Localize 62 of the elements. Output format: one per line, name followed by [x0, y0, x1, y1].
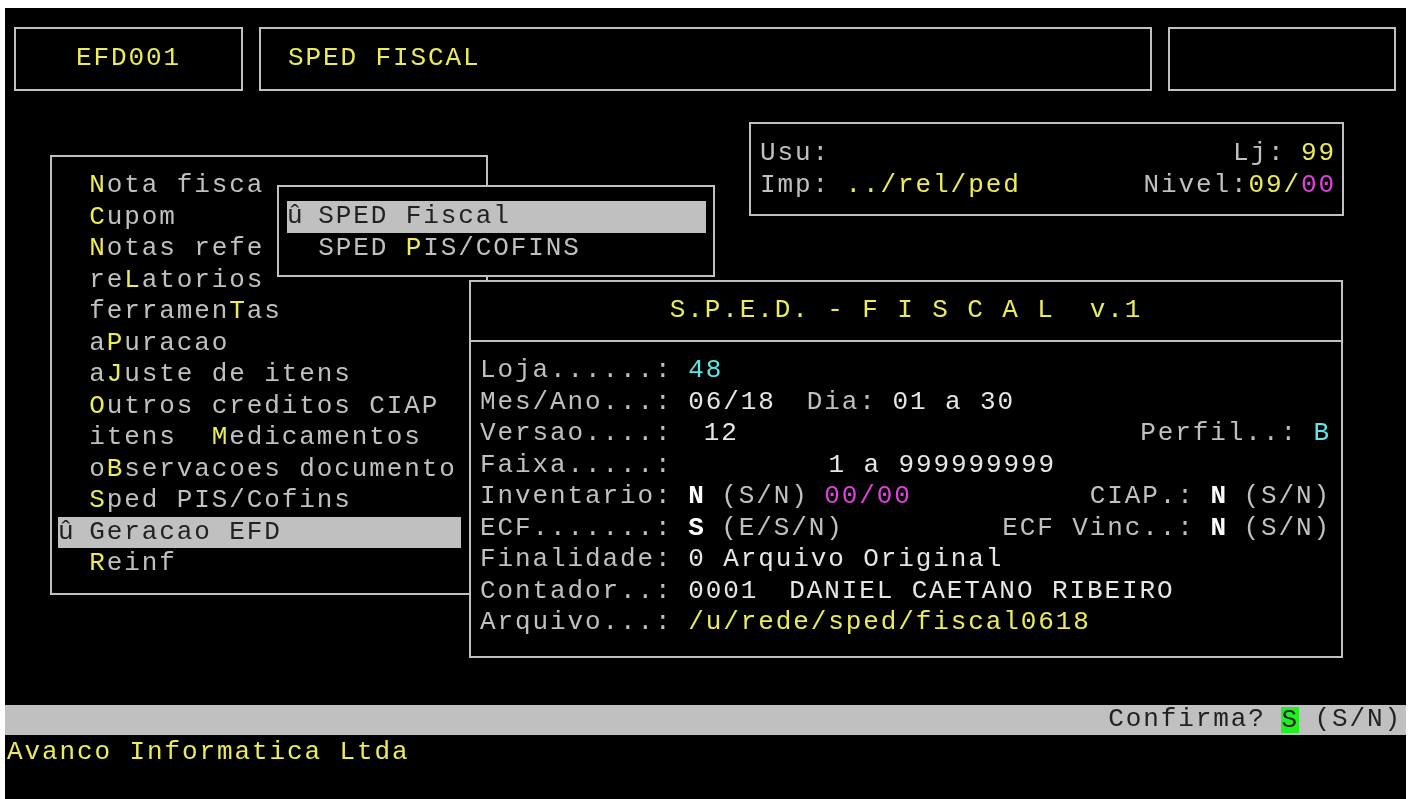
- answer-field[interactable]: S: [1281, 707, 1299, 733]
- field-value: N: [688, 481, 706, 513]
- field-value: /u/rede/sped/fiscal0618: [688, 607, 1091, 639]
- field-label: Contador..:: [480, 575, 673, 607]
- field-label: Inventario:: [480, 481, 673, 513]
- company-name: Avanco Informatica Ltda: [6, 737, 410, 769]
- field-label: CIAP.:: [1089, 481, 1195, 513]
- field-label: Nivel:: [1143, 169, 1249, 201]
- field-value: 0001: [688, 575, 759, 607]
- field-value: ../rel/ped: [845, 169, 1021, 201]
- field-label: (S/N): [1243, 481, 1331, 513]
- menu-item[interactable]: ferramenTas: [58, 296, 282, 328]
- field-value: S: [688, 512, 706, 544]
- field-value: 06/18: [688, 386, 776, 418]
- field-value: 01 a 30: [892, 386, 1015, 418]
- dialog-title: S.P.E.D. - F I S C A L v.1: [669, 295, 1143, 327]
- field-label: Imp:: [760, 169, 830, 201]
- menu-item[interactable]: aJ uste de itens: [58, 359, 352, 391]
- program-title: SPED FISCAL: [259, 27, 1152, 91]
- menu-item[interactable]: oBservacoes documento: [58, 453, 457, 485]
- menu-item[interactable]: Notas refe: [58, 233, 265, 265]
- confirm-prompt: Confirma?: [1108, 704, 1266, 736]
- field-label: Loja......:: [480, 355, 673, 387]
- field-value: 12: [703, 418, 739, 450]
- field-label: Finalidade:: [480, 544, 673, 576]
- answer-options: (S/N): [1314, 704, 1402, 736]
- field-value: 0 Arquivo Original: [688, 544, 1004, 576]
- field-label: Mes/Ano...:: [480, 386, 673, 418]
- field-label: ECF.......:: [480, 512, 673, 544]
- field-value: N: [1210, 512, 1228, 544]
- field-label: Versao....:: [480, 418, 673, 450]
- field-label: Faixa.....:: [480, 449, 673, 481]
- program-code: EFD001: [14, 27, 243, 91]
- field-value: 48: [688, 355, 724, 387]
- menu-item[interactable]: Cupom: [58, 201, 177, 233]
- menu-item[interactable]: Sped PIS/Cofins: [58, 485, 352, 517]
- field-label: ECF Vinc..:: [1002, 512, 1195, 544]
- field-label: Usu:: [760, 138, 830, 170]
- menu-item[interactable]: û Geracao EFD: [58, 516, 461, 548]
- menu-item[interactable]: Reinf: [58, 548, 177, 580]
- menu-item[interactable]: re Latorios: [58, 264, 265, 296]
- menu-item[interactable]: itens Medicamentos: [58, 422, 422, 454]
- menu-item[interactable]: Nota fisca: [58, 170, 265, 202]
- field-label: Dia:: [806, 386, 877, 418]
- menu-item[interactable]: SPED PIS/COFINS: [287, 232, 581, 264]
- field-label: Perfil..:: [1140, 418, 1298, 450]
- menu-item[interactable]: û SPED Fiscal: [287, 201, 706, 233]
- field-value: DANIEL CAETANO RIBEIRO: [789, 575, 1175, 607]
- field-label: (S/N): [721, 481, 809, 513]
- field-value: 00/00: [824, 481, 912, 513]
- field-value: 99: [1301, 138, 1336, 170]
- field-label: Lj:: [1232, 138, 1286, 170]
- field-value: 09/: [1248, 169, 1301, 201]
- menu-item[interactable]: Outros creditos CIAP: [58, 390, 440, 422]
- field-label: (E/S/N): [721, 512, 844, 544]
- field-value: N: [1210, 481, 1228, 513]
- field-value: 00: [1301, 169, 1336, 201]
- menu-item[interactable]: aPuracao: [58, 327, 230, 359]
- field-value: 1 a 999999999: [828, 449, 1057, 481]
- field-label: (S/N): [1243, 512, 1331, 544]
- field-value: B: [1313, 418, 1331, 450]
- field-label: Arquivo...:: [480, 607, 673, 639]
